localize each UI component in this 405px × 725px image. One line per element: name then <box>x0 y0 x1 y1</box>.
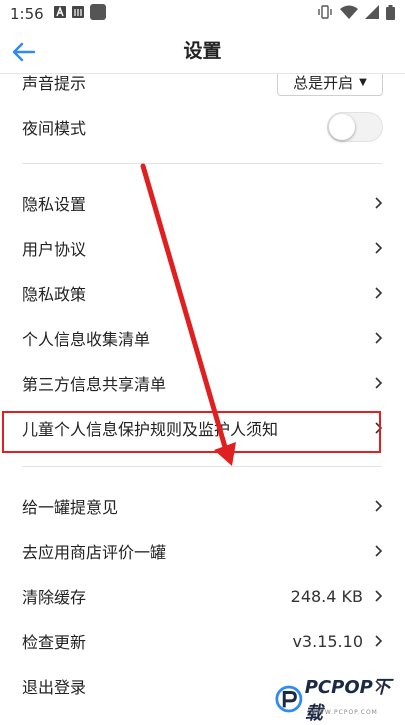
chevron-right-icon <box>375 377 383 389</box>
app-notification-icon <box>89 4 106 24</box>
chevron-right-icon <box>375 197 383 209</box>
night-mode-toggle[interactable] <box>327 112 383 142</box>
row-label: 隐私政策 <box>22 285 87 304</box>
divider <box>22 466 382 467</box>
row-label: 去应用商店评价一罐 <box>22 543 167 562</box>
sound-prompt-dropdown[interactable]: 总是开启 ▼ <box>277 74 383 96</box>
signal-icon <box>365 5 379 23</box>
third-party-sharing-row[interactable]: 第三方信息共享清单 <box>22 363 383 403</box>
annotation-highlight-box <box>2 411 381 453</box>
user-agreement-row[interactable]: 用户协议 <box>22 228 383 268</box>
chevron-right-icon <box>375 242 383 254</box>
sound-prompt-value: 总是开启 <box>293 74 354 92</box>
watermark-subtext: WWW.PCPOP.COM <box>311 709 378 716</box>
privacy-settings-row[interactable]: 隐私设置 <box>22 183 383 223</box>
notification-a-icon <box>53 6 66 22</box>
version-value: v3.15.10 <box>292 631 363 651</box>
rate-app-row[interactable]: 去应用商店评价一罐 <box>22 531 383 571</box>
status-bar: 1:56 <box>0 0 405 28</box>
personal-info-list-row[interactable]: 个人信息收集清单 <box>22 318 383 358</box>
vibrate-icon <box>317 5 333 23</box>
app-header: 设置 <box>0 28 405 74</box>
row-label: 检查更新 <box>22 633 87 652</box>
cache-size-value: 248.4 KB <box>290 586 363 606</box>
row-label: 用户协议 <box>22 240 87 259</box>
chevron-right-icon <box>375 332 383 344</box>
clear-cache-row[interactable]: 清除缓存 248.4 KB <box>22 576 383 616</box>
row-label: 第三方信息共享清单 <box>22 375 167 394</box>
watermark-text: PCPOP下载 <box>304 677 391 724</box>
status-time: 1:56 <box>10 5 44 23</box>
watermark-logo: PCPOP下载 WWW.PCPOP.COM <box>275 677 401 724</box>
row-label: 隐私设置 <box>22 195 87 214</box>
feedback-row[interactable]: 给一罐提意见 <box>22 486 383 526</box>
notification-bars-icon <box>71 6 84 22</box>
toggle-knob <box>329 114 355 140</box>
status-right-icons <box>317 4 395 24</box>
chevron-right-icon <box>375 590 383 602</box>
chevron-right-icon <box>375 545 383 557</box>
row-label: 给一罐提意见 <box>22 498 119 517</box>
check-update-row[interactable]: 检查更新 v3.15.10 <box>22 621 383 661</box>
privacy-policy-row[interactable]: 隐私政策 <box>22 273 383 313</box>
pcpop-logo-icon <box>275 685 303 713</box>
caret-down-icon: ▼ <box>359 76 367 88</box>
page-title: 设置 <box>183 40 222 62</box>
battery-icon <box>386 4 395 24</box>
chevron-right-icon <box>375 500 383 512</box>
row-label: 个人信息收集清单 <box>22 330 151 349</box>
chevron-right-icon <box>375 635 383 647</box>
wifi-icon <box>340 5 358 23</box>
row-label: 清除缓存 <box>22 588 87 607</box>
divider <box>22 163 382 164</box>
settings-list[interactable]: 声音提示 总是开启 ▼ 夜间模式 隐私设置 用户协议 隐私政策 个人信息收集清单… <box>0 74 405 720</box>
chevron-right-icon <box>375 287 383 299</box>
